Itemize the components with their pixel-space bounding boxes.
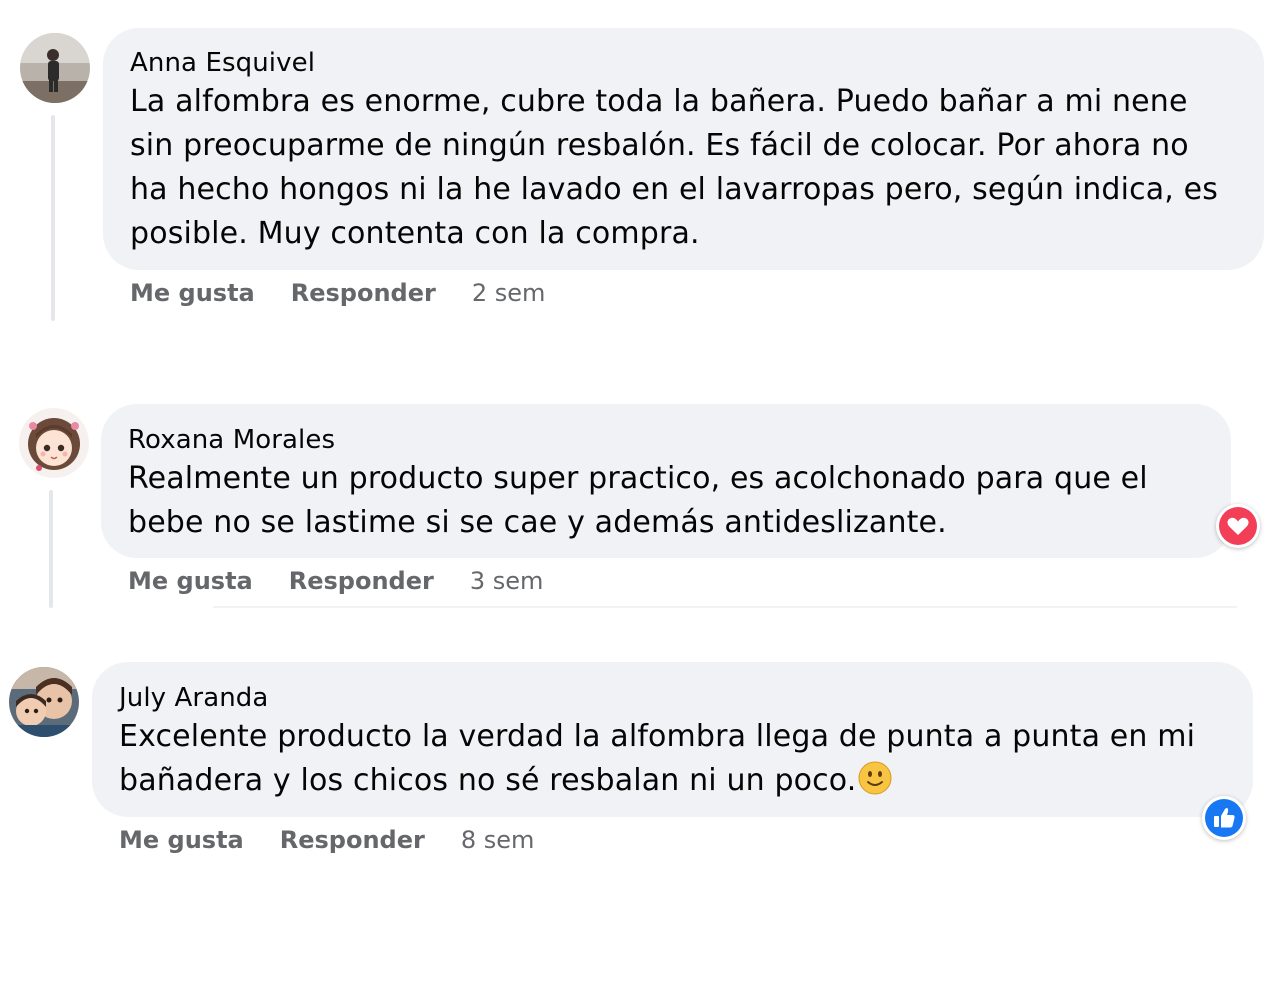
- reply-button[interactable]: Responder: [280, 826, 425, 854]
- thumbs-up-icon: [1205, 799, 1243, 837]
- comment-text: Excelente producto la verdad la alfombra…: [119, 715, 1225, 803]
- comment-text-body: Excelente producto la verdad la alfombra…: [119, 719, 1196, 798]
- avatar[interactable]: [9, 667, 79, 737]
- avatar-photo: [9, 667, 79, 737]
- comment-july-aranda: July Aranda Excelente producto la verdad…: [0, 0, 1277, 870]
- like-button[interactable]: Me gusta: [119, 826, 244, 854]
- comment-bubble: July Aranda Excelente producto la verdad…: [92, 662, 1253, 817]
- reaction-badge[interactable]: [1202, 796, 1246, 840]
- comment-actions: Me gusta Responder 8 sem: [119, 823, 534, 857]
- comment-timestamp[interactable]: 8 sem: [461, 826, 535, 854]
- comment-author[interactable]: July Aranda: [119, 681, 1225, 715]
- slightly-smiling-face-icon: [858, 761, 892, 795]
